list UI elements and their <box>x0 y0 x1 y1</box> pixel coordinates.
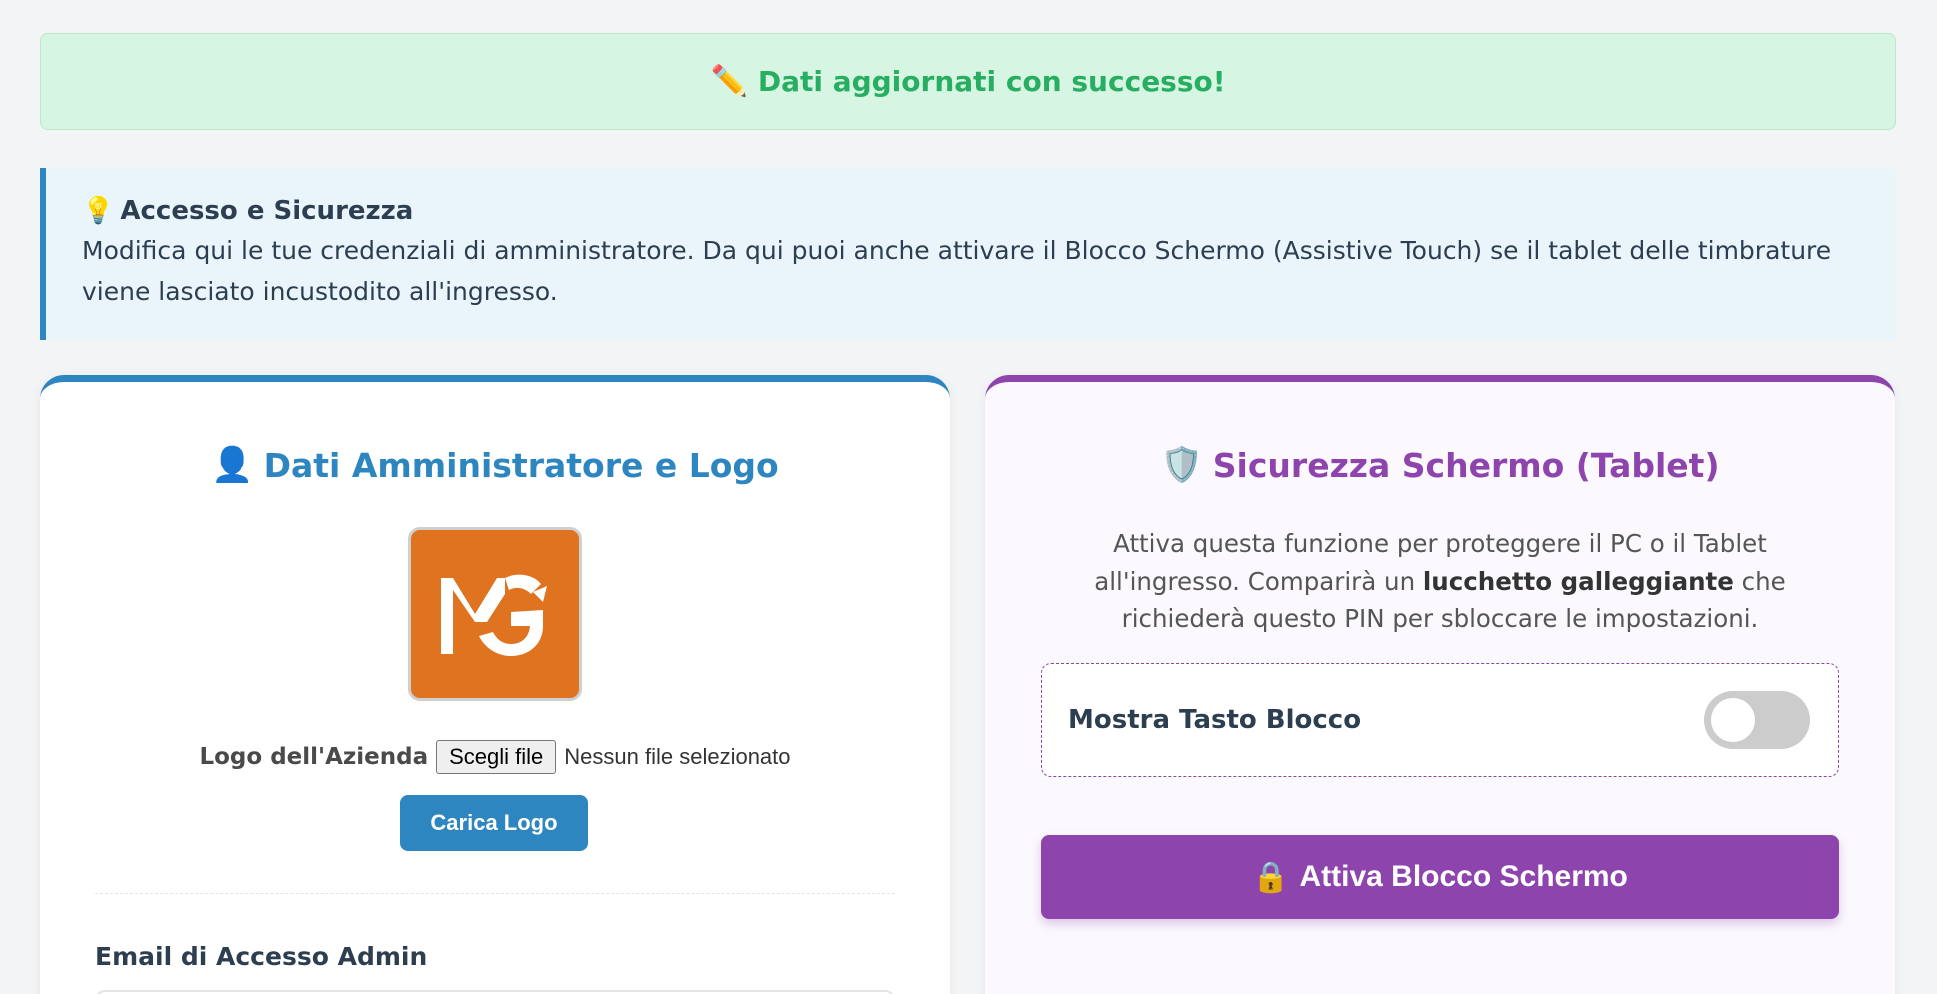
lock-button-toggle[interactable] <box>1704 691 1810 749</box>
mg-logo-icon <box>441 574 547 656</box>
activate-lock-label: Attiva Blocco Schermo <box>1299 860 1628 893</box>
security-description: Attiva questa funzione per proteggere il… <box>1085 525 1795 638</box>
info-title: 💡 Accesso e Sicurezza <box>82 196 1862 226</box>
shield-icon: 🛡️ <box>1160 445 1203 485</box>
admin-card: 👤 Dati Amministratore e Logo Logo dell'A… <box>40 375 950 994</box>
user-icon: 👤 <box>211 445 254 485</box>
company-logo <box>408 527 582 701</box>
divider <box>95 893 895 894</box>
security-card: 🛡️ Sicurezza Schermo (Tablet) Attiva que… <box>985 375 1895 994</box>
desc-bold: lucchetto galleggiante <box>1422 566 1734 596</box>
pencil-icon: ✏️ <box>710 64 748 99</box>
lock-icon: 🔒 <box>1252 860 1290 894</box>
success-alert: ✏️ Dati aggiornati con successo! <box>40 33 1896 130</box>
logo-label: Logo dell'Azienda <box>199 744 429 770</box>
info-box: 💡 Accesso e Sicurezza Modifica qui le tu… <box>40 168 1896 340</box>
toggle-label: Mostra Tasto Blocco <box>1068 705 1362 735</box>
file-status: Nessun file selezionato <box>564 744 791 769</box>
logo-upload-row: Logo dell'Azienda Scegli file Nessun fil… <box>40 740 950 774</box>
info-title-text: Accesso e Sicurezza <box>120 196 414 226</box>
activate-lock-button[interactable]: 🔒 Attiva Blocco Schermo <box>1041 835 1839 919</box>
choose-file-button[interactable]: Scegli file <box>436 740 557 774</box>
toggle-row: Mostra Tasto Blocco <box>1041 663 1839 777</box>
upload-logo-button[interactable]: Carica Logo <box>400 795 588 851</box>
security-card-title-text: Sicurezza Schermo (Tablet) <box>1212 445 1720 485</box>
security-card-title: 🛡️ Sicurezza Schermo (Tablet) <box>985 445 1895 485</box>
success-message: Dati aggiornati con successo! <box>757 65 1226 98</box>
email-label: Email di Accesso Admin <box>95 942 428 971</box>
admin-card-title: 👤 Dati Amministratore e Logo <box>40 445 950 485</box>
toggle-knob <box>1711 698 1755 742</box>
info-text: Modifica qui le tue credenziali di ammin… <box>82 236 1832 306</box>
email-field[interactable] <box>95 990 895 994</box>
admin-card-title-text: Dati Amministratore e Logo <box>263 445 779 485</box>
lightbulb-icon: 💡 <box>82 196 115 226</box>
